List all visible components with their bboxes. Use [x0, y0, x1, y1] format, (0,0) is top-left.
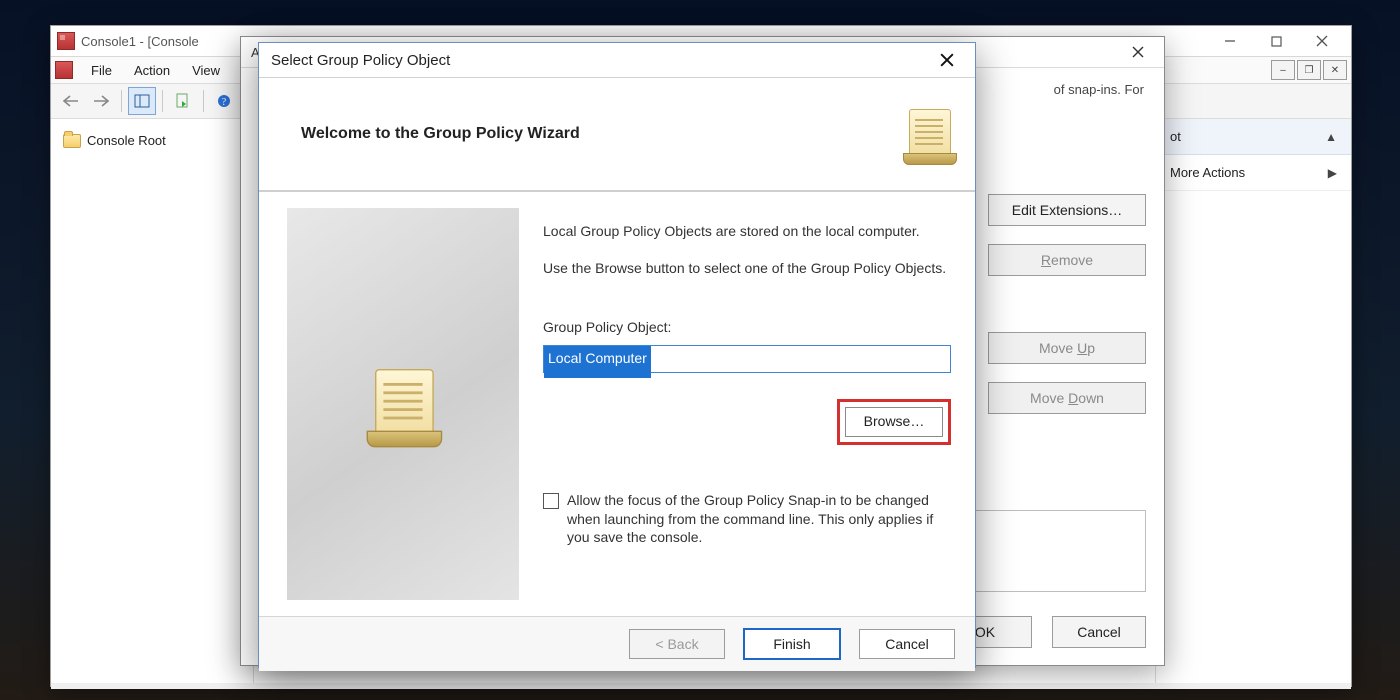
browse-highlight: Browse… — [837, 399, 951, 445]
gpo-input-value: Local Computer — [544, 346, 651, 378]
group-policy-wizard: Select Group Policy Object Welcome to th… — [258, 42, 976, 668]
allow-focus-label: Allow the focus of the Group Policy Snap… — [567, 491, 937, 548]
wizard-footer: < Back Finish Cancel — [259, 616, 975, 671]
nav-back-button[interactable] — [57, 87, 85, 115]
actions-header[interactable]: ot ▲ — [1156, 119, 1351, 155]
wizard-close-button[interactable] — [931, 46, 963, 74]
show-tree-button[interactable] — [128, 87, 156, 115]
mmc-doc-icon — [55, 61, 73, 79]
export-list-button[interactable] — [169, 87, 197, 115]
chevron-right-icon: ▶ — [1328, 166, 1337, 180]
tree-item-console-root[interactable]: Console Root — [57, 129, 247, 152]
chevron-up-icon: ▲ — [1325, 130, 1337, 144]
wizard-cancel-button[interactable]: Cancel — [859, 629, 955, 659]
mmc-statusbar — [51, 683, 1351, 689]
finish-button[interactable]: Finish — [743, 628, 841, 660]
wizard-paragraph-2: Use the Browse button to select one of t… — [543, 259, 951, 278]
wizard-paragraph-1: Local Group Policy Objects are stored on… — [543, 222, 951, 241]
wizard-main-panel: Local Group Policy Objects are stored on… — [519, 192, 975, 616]
mdi-close-button[interactable]: ✕ — [1323, 60, 1347, 80]
move-up-button[interactable]: Move Up — [988, 332, 1146, 364]
scroll-icon — [903, 103, 955, 165]
snapins-close-button[interactable] — [1122, 38, 1154, 66]
wizard-side-panel — [287, 208, 519, 600]
mmc-close-button[interactable] — [1299, 27, 1345, 56]
tree-item-label: Console Root — [87, 133, 166, 148]
actions-item-more[interactable]: More Actions ▶ — [1156, 155, 1351, 191]
folder-icon — [63, 134, 81, 148]
edit-extensions-button[interactable]: Edit Extensions… — [988, 194, 1146, 226]
gpo-label: Group Policy Object: — [543, 318, 951, 337]
menu-action[interactable]: Action — [124, 61, 180, 80]
mmc-maximize-button[interactable] — [1253, 27, 1299, 56]
remove-button[interactable]: Remove — [988, 244, 1146, 276]
gpo-input[interactable]: Local Computer — [543, 345, 951, 373]
allow-focus-checkbox[interactable] — [543, 493, 559, 509]
move-down-button[interactable]: Move Down — [988, 382, 1146, 414]
wizard-heading: Welcome to the Group Policy Wizard — [279, 125, 580, 143]
actions-item-label: More Actions — [1170, 165, 1245, 180]
wizard-title-text: Select Group Policy Object — [271, 52, 450, 69]
menu-view[interactable]: View — [182, 61, 230, 80]
help-button[interactable]: ? — [210, 87, 238, 115]
scroll-icon — [367, 361, 440, 448]
mmc-title-text: Console1 - [Console — [81, 34, 199, 49]
wizard-header: Welcome to the Group Policy Wizard — [259, 78, 975, 192]
svg-text:?: ? — [222, 97, 227, 108]
menu-file[interactable]: File — [81, 61, 122, 80]
mmc-app-icon — [57, 32, 75, 50]
nav-forward-button[interactable] — [87, 87, 115, 115]
wizard-titlebar[interactable]: Select Group Policy Object — [259, 43, 975, 78]
actions-header-label: ot — [1170, 129, 1181, 144]
mmc-minimize-button[interactable] — [1207, 27, 1253, 56]
console-tree-panel[interactable]: Console Root — [51, 119, 254, 683]
mdi-restore-button[interactable]: ❐ — [1297, 60, 1321, 80]
snapins-cancel-button[interactable]: Cancel — [1052, 616, 1146, 648]
actions-pane: ot ▲ More Actions ▶ — [1155, 119, 1351, 683]
browse-button[interactable]: Browse… — [845, 407, 943, 437]
mdi-minimize-button[interactable]: – — [1271, 60, 1295, 80]
back-button[interactable]: < Back — [629, 629, 725, 659]
